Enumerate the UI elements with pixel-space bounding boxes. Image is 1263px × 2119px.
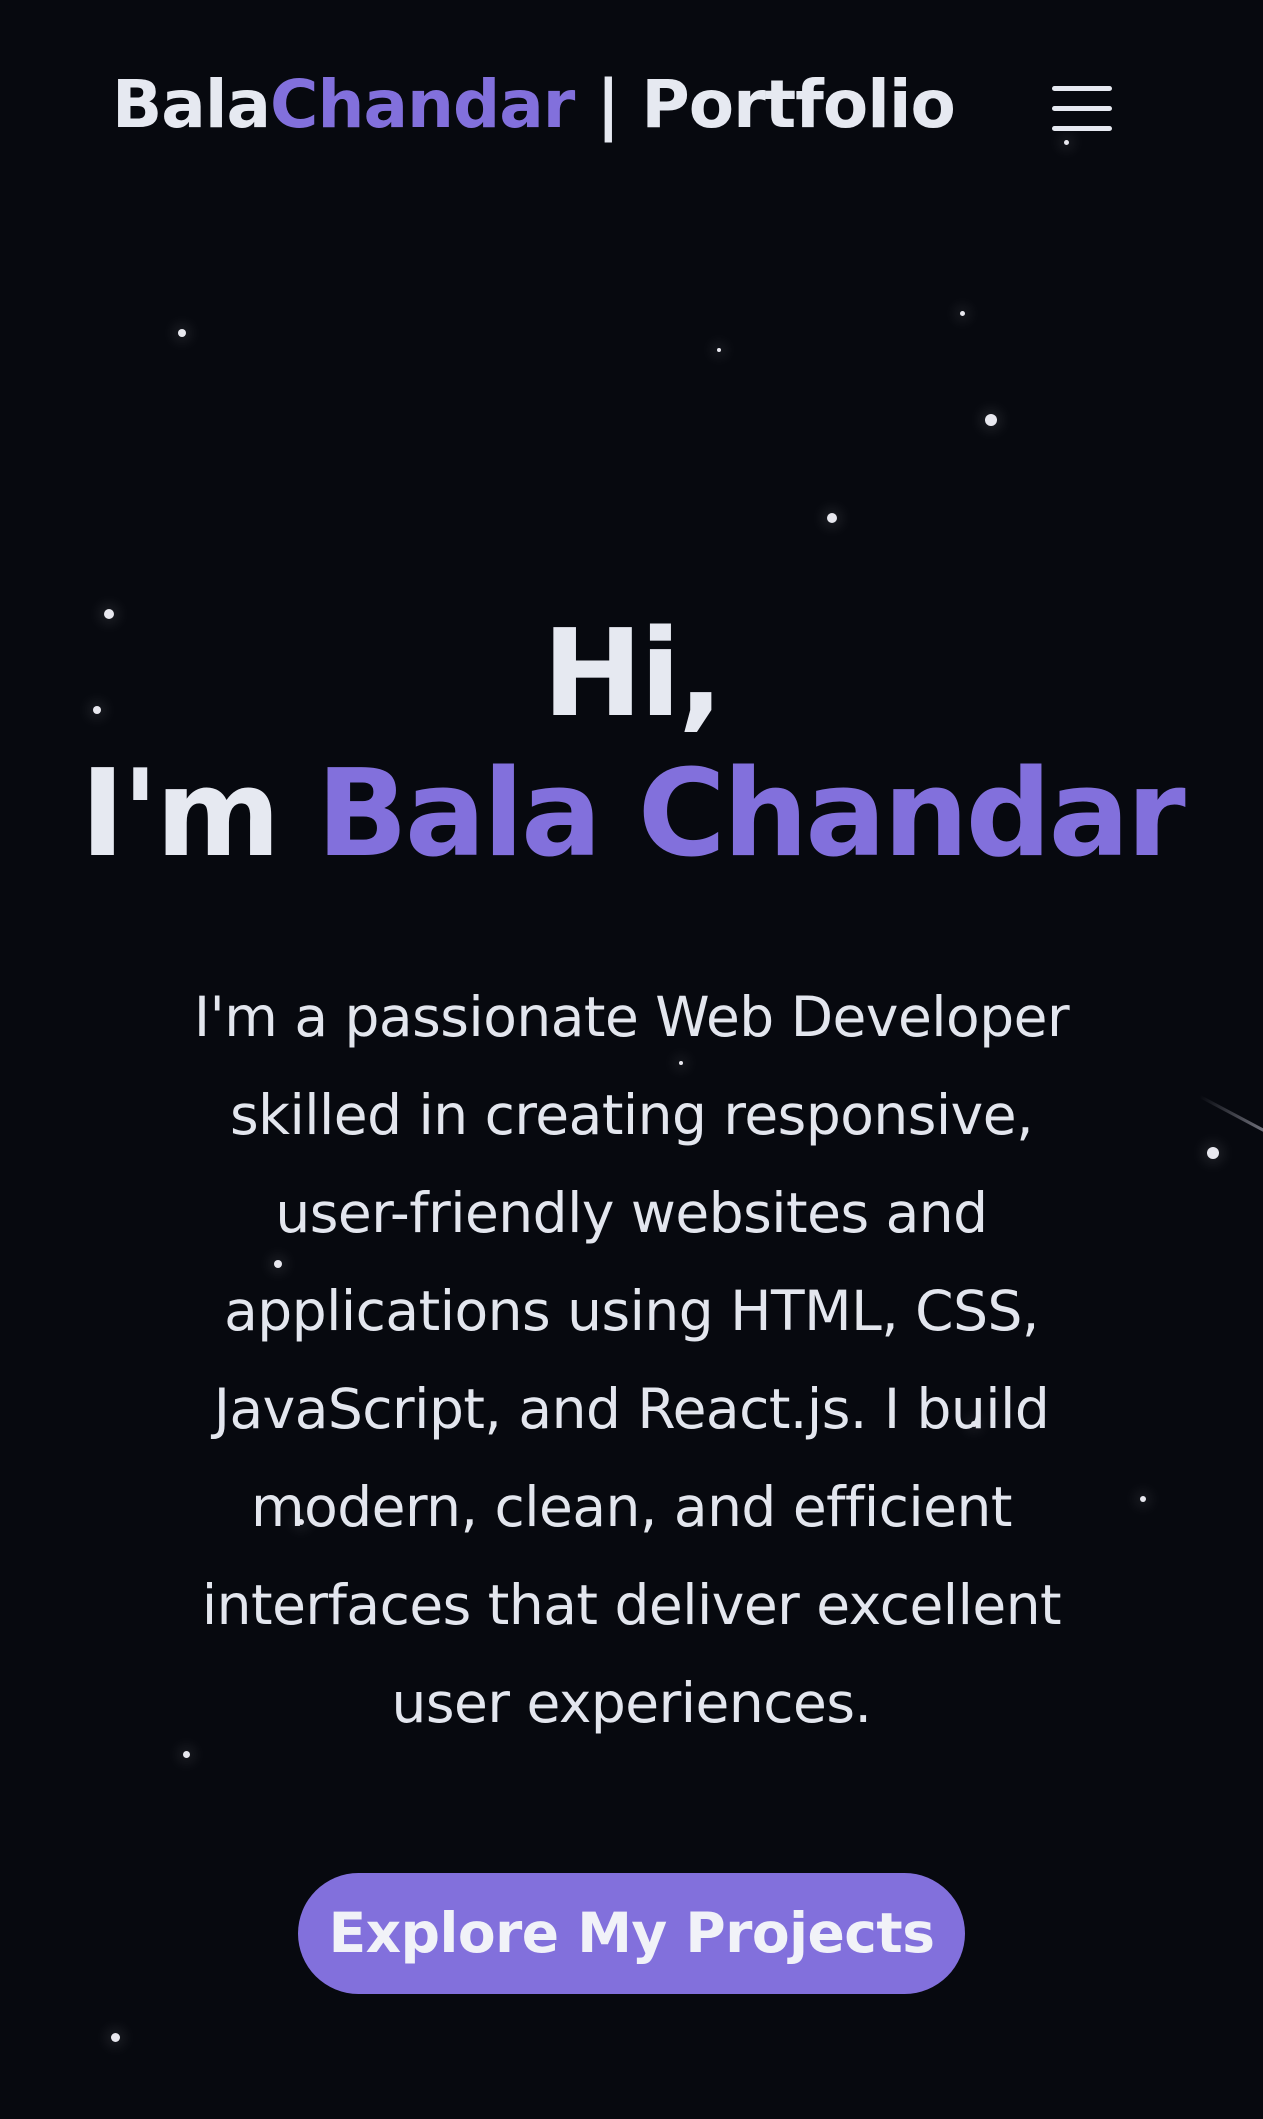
menu-bar (1052, 106, 1112, 111)
explore-projects-button[interactable]: Explore My Projects (298, 1873, 965, 1994)
brand-last-name: Chandar (270, 66, 575, 143)
star-decoration (183, 1751, 190, 1758)
hero-greeting: Hi, (542, 605, 723, 744)
hero-description: I'm a passionate Web Developer skilled i… (193, 985, 1070, 1735)
menu-bar (1052, 86, 1112, 91)
star-decoration (1140, 1496, 1146, 1502)
hero-intro-prefix: I'm (80, 745, 317, 884)
portfolio-page: BalaChandar | Portfolio Hi, I'm Bala Cha… (0, 0, 1263, 2119)
hero-heading: Hi, I'm Bala Chandar (0, 605, 1263, 885)
menu-bar (1052, 126, 1112, 131)
star-decoration (985, 414, 997, 426)
shooting-star-decoration (1199, 1095, 1263, 1136)
brand-logo-link[interactable]: BalaChandar | Portfolio (112, 66, 956, 143)
hero-name: Bala Chandar (316, 745, 1185, 884)
star-decoration (111, 2033, 120, 2042)
star-decoration (827, 513, 837, 523)
brand-suffix: | Portfolio (574, 66, 956, 143)
star-decoration (717, 348, 721, 352)
site-header: BalaChandar | Portfolio (0, 0, 1263, 220)
star-decoration (1207, 1147, 1219, 1159)
brand-first-name: Bala (112, 66, 271, 143)
hamburger-menu-icon[interactable] (1046, 80, 1118, 140)
star-decoration (178, 329, 186, 337)
hero-intro-line: I'm Bala Chandar (0, 745, 1263, 885)
star-decoration (960, 311, 965, 316)
